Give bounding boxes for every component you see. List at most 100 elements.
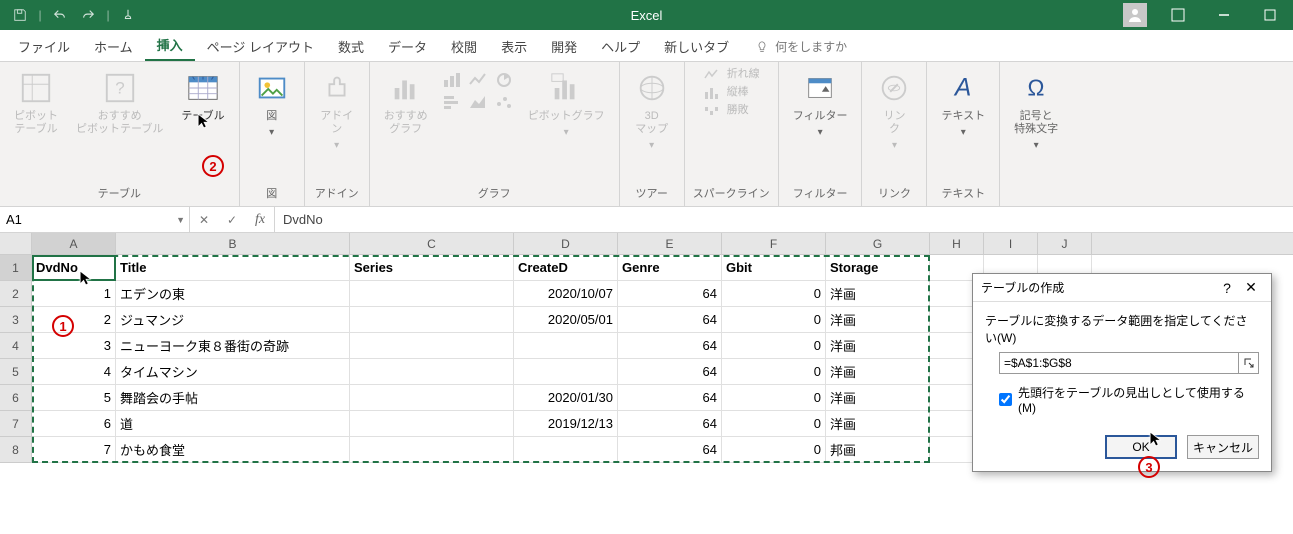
cell[interactable]: 64 (618, 307, 722, 333)
filter-button[interactable]: フィルター▾ (787, 66, 854, 143)
cell[interactable]: 5 (32, 385, 116, 411)
name-box[interactable]: A1▼ (0, 207, 190, 232)
recommended-chart-button[interactable]: おすすめ グラフ (378, 66, 434, 140)
cell[interactable]: 0 (722, 281, 826, 307)
chart-bar-button[interactable] (440, 70, 464, 90)
cell[interactable]: 64 (618, 333, 722, 359)
cell[interactable] (350, 333, 514, 359)
cell[interactable] (350, 411, 514, 437)
addins-button[interactable]: アドイ ン▾ (313, 66, 361, 156)
col-header-D[interactable]: D (514, 233, 618, 254)
illustrations-button[interactable]: 図▾ (248, 66, 296, 143)
tab-developer[interactable]: 開発 (539, 31, 589, 61)
row-header[interactable]: 5 (0, 359, 32, 385)
formula-bar[interactable]: DvdNo (275, 207, 1293, 232)
cell[interactable]: 0 (722, 411, 826, 437)
cell[interactable]: 64 (618, 281, 722, 307)
cell[interactable]: ジュマンジ (116, 307, 350, 333)
col-header-H[interactable]: H (930, 233, 984, 254)
cell[interactable]: CreateD (514, 255, 618, 281)
table-button[interactable]: テーブル (175, 66, 230, 127)
cell[interactable] (350, 385, 514, 411)
tab-pagelayout[interactable]: ページ レイアウト (195, 31, 326, 61)
cell[interactable]: 0 (722, 333, 826, 359)
redo-icon[interactable] (76, 3, 100, 27)
cell[interactable]: 64 (618, 411, 722, 437)
cell[interactable]: 舞踏会の手帖 (116, 385, 350, 411)
row-header[interactable]: 2 (0, 281, 32, 307)
tab-custom[interactable]: 新しいタブ (652, 31, 741, 61)
cell[interactable]: Genre (618, 255, 722, 281)
col-header-B[interactable]: B (116, 233, 350, 254)
col-header-G[interactable]: G (826, 233, 930, 254)
link-button[interactable]: リン ク▾ (870, 66, 918, 156)
chart-area-button[interactable] (466, 92, 490, 112)
text-button[interactable]: Aテキスト▾ (935, 66, 991, 143)
cell[interactable]: 2020/10/07 (514, 281, 618, 307)
cell[interactable]: 2020/05/01 (514, 307, 618, 333)
cell[interactable]: Storage (826, 255, 930, 281)
cancel-button[interactable]: キャンセル (1187, 435, 1259, 459)
chart-scatter-button[interactable] (492, 92, 516, 112)
cell[interactable]: 1 (32, 281, 116, 307)
col-header-J[interactable]: J (1038, 233, 1092, 254)
cell[interactable]: 2020/01/30 (514, 385, 618, 411)
undo-icon[interactable] (48, 3, 72, 27)
cell[interactable]: エデンの東 (116, 281, 350, 307)
chart-line-button[interactable] (466, 70, 490, 90)
row-header-1[interactable]: 1 (0, 255, 32, 281)
cell[interactable] (350, 437, 514, 463)
header-row-checkbox[interactable] (999, 393, 1012, 406)
close-button[interactable]: ✕ (1239, 279, 1263, 296)
cell[interactable]: Title (116, 255, 350, 281)
cell[interactable] (350, 281, 514, 307)
tell-me-search[interactable]: 何をしますか (755, 38, 847, 61)
recommended-pivot-button[interactable]: ?おすすめ ピボットテーブル (70, 66, 169, 140)
pivot-chart-button[interactable]: ピボットグラフ▾ (522, 66, 611, 143)
cell[interactable]: 洋画 (826, 411, 930, 437)
cell[interactable] (514, 359, 618, 385)
touch-mode-icon[interactable] (116, 3, 140, 27)
cell[interactable] (350, 359, 514, 385)
cell[interactable]: 道 (116, 411, 350, 437)
select-all-corner[interactable] (0, 233, 32, 254)
cell[interactable]: 洋画 (826, 333, 930, 359)
ok-button[interactable]: OK (1105, 435, 1177, 459)
cell[interactable]: 0 (722, 307, 826, 333)
cell[interactable]: 洋画 (826, 385, 930, 411)
cell[interactable]: かもめ食堂 (116, 437, 350, 463)
tab-file[interactable]: ファイル (6, 31, 82, 61)
3d-map-button[interactable]: 3D マップ▾ (628, 66, 676, 156)
cell[interactable] (350, 307, 514, 333)
col-header-A[interactable]: A (32, 233, 116, 254)
row-header[interactable]: 7 (0, 411, 32, 437)
tab-data[interactable]: データ (376, 31, 439, 61)
fx-icon[interactable]: fx (246, 212, 274, 228)
range-selector-icon[interactable] (1239, 352, 1259, 374)
minimize-button[interactable] (1201, 0, 1247, 30)
user-avatar-icon[interactable] (1123, 3, 1147, 27)
cell[interactable]: タイムマシン (116, 359, 350, 385)
col-header-E[interactable]: E (618, 233, 722, 254)
tab-help[interactable]: ヘルプ (589, 31, 652, 61)
cell[interactable]: Gbit (722, 255, 826, 281)
enter-formula-icon[interactable]: ✓ (218, 213, 246, 227)
row-header[interactable]: 3 (0, 307, 32, 333)
sparkline-column-button[interactable]: 縦棒 (699, 84, 753, 102)
tab-view[interactable]: 表示 (489, 31, 539, 61)
header-row-checkbox-label[interactable]: 先頭行をテーブルの見出しとして使用する(M) (999, 384, 1259, 415)
sparkline-winloss-button[interactable]: 勝敗 (699, 102, 753, 120)
cell[interactable]: 0 (722, 385, 826, 411)
cell[interactable]: 2 (32, 307, 116, 333)
sparkline-line-button[interactable]: 折れ線 (699, 66, 764, 84)
cell[interactable]: 64 (618, 359, 722, 385)
cell[interactable]: Series (350, 255, 514, 281)
save-icon[interactable] (8, 3, 32, 27)
cell[interactable]: 洋画 (826, 359, 930, 385)
ribbon-options-icon[interactable] (1155, 0, 1201, 30)
cell[interactable]: 2019/12/13 (514, 411, 618, 437)
cell[interactable]: 0 (722, 359, 826, 385)
cell[interactable]: 0 (722, 437, 826, 463)
cancel-formula-icon[interactable]: ✕ (190, 213, 218, 227)
pivot-table-button[interactable]: ピボット テーブル (8, 66, 64, 140)
